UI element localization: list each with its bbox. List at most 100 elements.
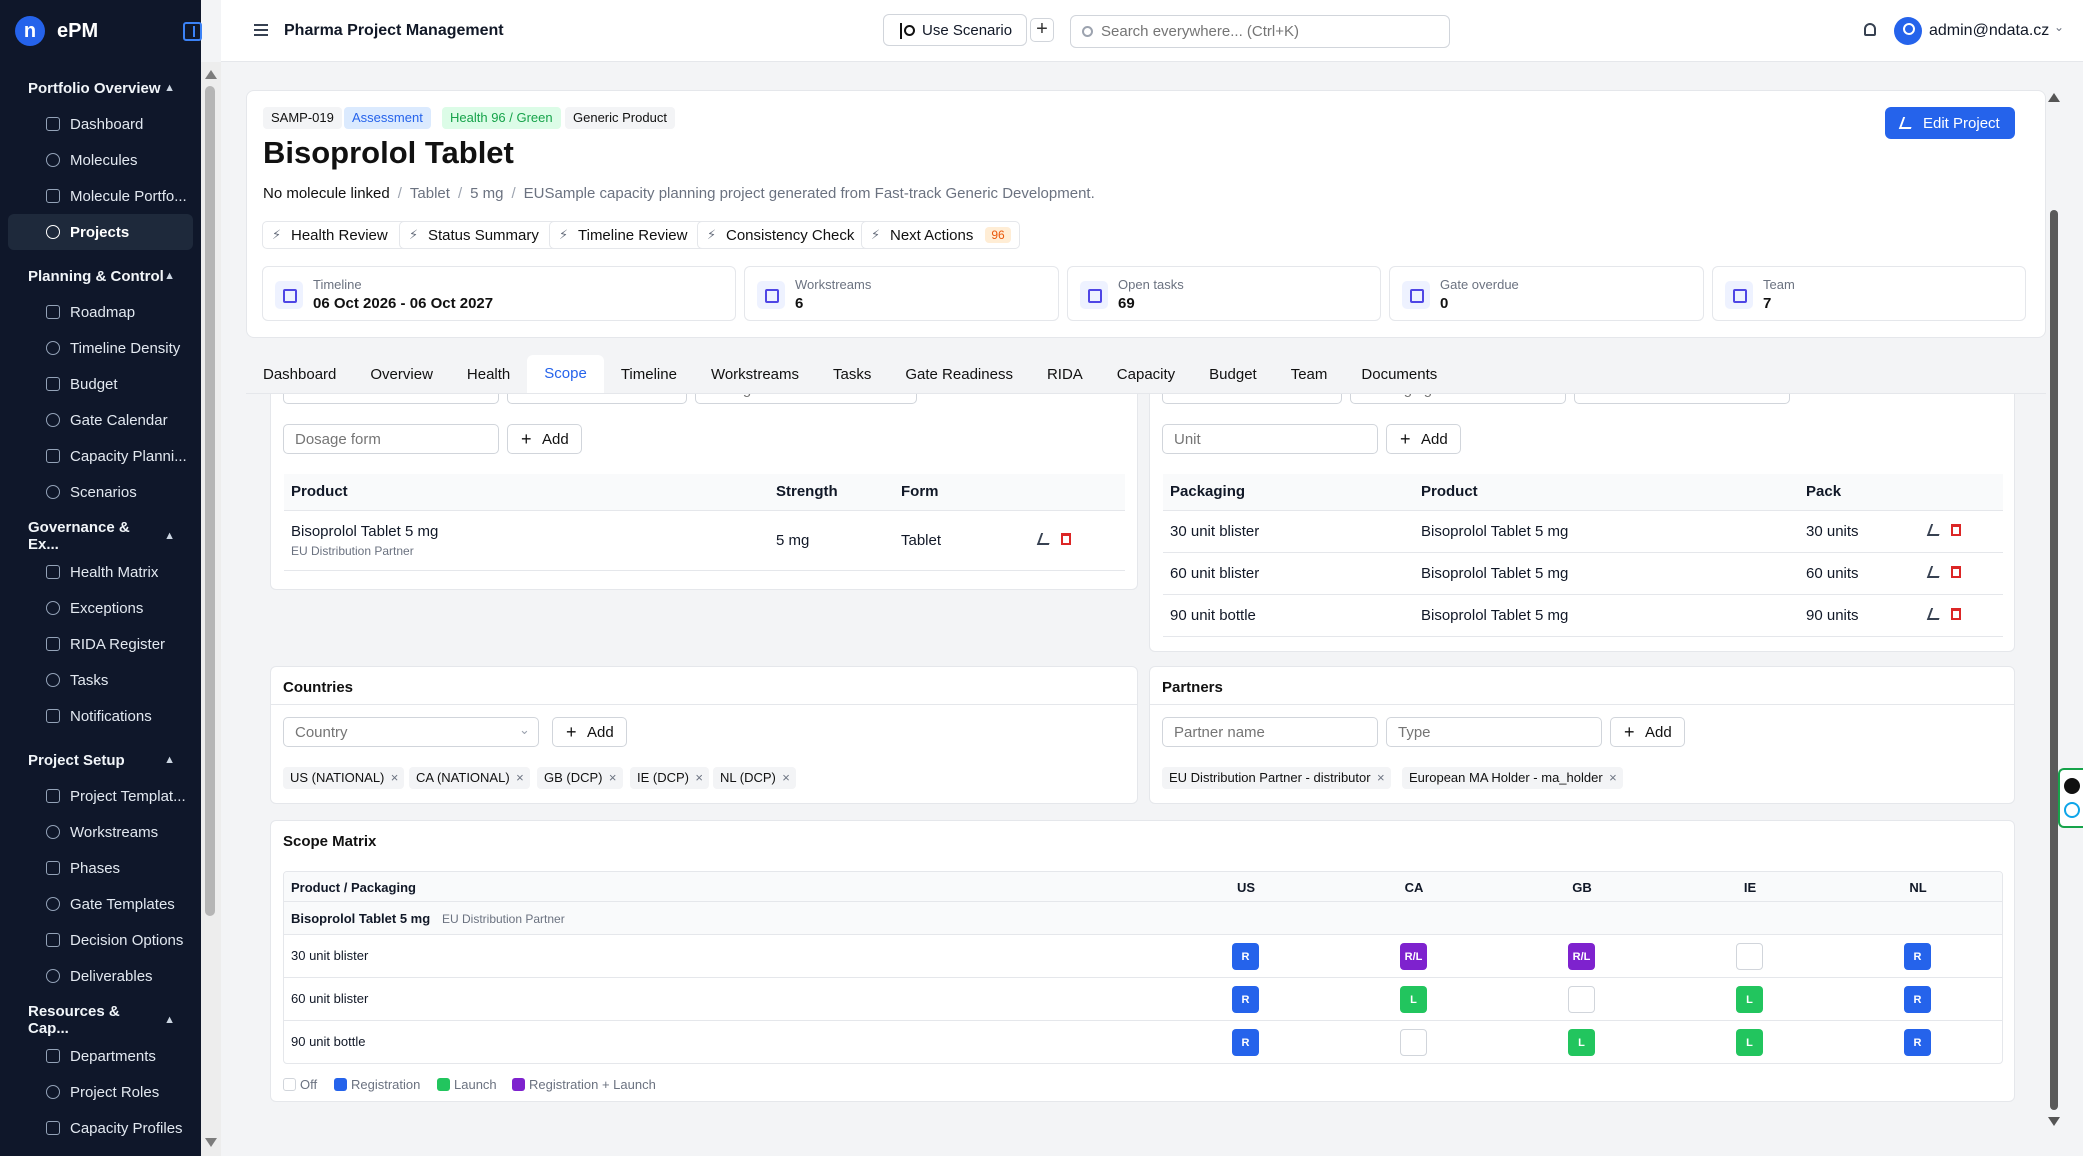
sidebar-group[interactable]: Governance & Ex... ▲ (0, 518, 201, 554)
matrix-cell-toggle[interactable]: R (1904, 986, 1931, 1013)
sidebar-group[interactable]: Resources & Cap... ▲ (0, 1002, 201, 1038)
matrix-cell-toggle[interactable]: R/L (1400, 943, 1427, 970)
matrix-cell-toggle[interactable]: L (1400, 986, 1427, 1013)
sidebar-item[interactable]: Health Matrix (8, 554, 193, 590)
edit-icon[interactable] (1926, 523, 1944, 536)
matrix-cell-toggle[interactable]: R (1232, 986, 1259, 1013)
tab[interactable]: Health (450, 355, 527, 393)
extension-icon[interactable] (2064, 802, 2080, 818)
trash-icon[interactable] (1061, 532, 1071, 545)
matrix-cell-toggle[interactable]: R (1904, 943, 1931, 970)
scroll-up-arrow-icon[interactable] (205, 70, 217, 79)
tab[interactable]: Dashboard (246, 355, 353, 393)
brand-input[interactable] (507, 394, 687, 404)
remove-icon[interactable]: × (695, 767, 703, 789)
scroll-up-arrow-icon[interactable] (2048, 93, 2060, 102)
matrix-cell-toggle[interactable]: R (1904, 1029, 1931, 1056)
matrix-cell-toggle[interactable] (1400, 1029, 1427, 1056)
page-scrollbar-thumb[interactable] (2050, 210, 2058, 1110)
sidebar-item[interactable]: Exceptions (8, 590, 193, 626)
sidebar-scrollbar-thumb[interactable] (205, 86, 215, 916)
edit-icon[interactable] (1926, 565, 1944, 578)
sidebar-item[interactable]: Departments (8, 1038, 193, 1074)
sidebar-item[interactable]: Dashboard (8, 106, 193, 142)
dosage-form-input[interactable] (283, 424, 499, 454)
add-packaging-button[interactable]: + Add (1386, 424, 1461, 454)
chevron-down-icon[interactable]: ⌄ (2054, 20, 2064, 34)
strength-input[interactable] (695, 394, 917, 404)
tab[interactable]: Gate Readiness (888, 355, 1030, 393)
packaging-product-input[interactable] (1162, 394, 1342, 404)
sidebar-group[interactable]: Portfolio Overview ▲ (0, 70, 201, 106)
add-product-button[interactable]: + Add (507, 424, 582, 454)
ai-action-button[interactable]: ⚡ Next Actions 96 (861, 221, 1020, 249)
brand[interactable]: n ePM (0, 0, 201, 62)
add-country-button[interactable]: + Add (552, 717, 627, 747)
size-input[interactable] (1574, 394, 1790, 404)
remove-icon[interactable]: × (782, 767, 790, 789)
tab[interactable]: RIDA (1030, 355, 1100, 393)
partner-name-input[interactable] (1162, 717, 1378, 747)
sidebar-item[interactable]: Capacity Planni... (8, 438, 193, 474)
matrix-cell-toggle[interactable]: L (1736, 1029, 1763, 1056)
country-select[interactable] (283, 717, 539, 747)
partner-type-input[interactable] (1386, 717, 1602, 747)
sidebar-item[interactable]: Phases (8, 850, 193, 886)
matrix-cell-toggle[interactable] (1568, 986, 1595, 1013)
sidebar-item[interactable]: Project Roles (8, 1074, 193, 1110)
menu-icon[interactable] (254, 24, 268, 36)
sidebar-item[interactable]: Budget (8, 366, 193, 402)
edit-project-button[interactable]: Edit Project (1885, 107, 2015, 139)
product-name-input[interactable] (283, 394, 499, 404)
matrix-cell-toggle[interactable]: R/L (1568, 943, 1595, 970)
scroll-down-arrow-icon[interactable] (205, 1138, 217, 1147)
sidebar-item[interactable]: Workstreams (8, 814, 193, 850)
tab[interactable]: Tasks (816, 355, 888, 393)
scroll-down-arrow-icon[interactable] (2048, 1117, 2060, 1126)
browser-extension-widget[interactable] (2058, 768, 2083, 828)
packaging-input[interactable] (1350, 394, 1566, 404)
user-menu[interactable]: admin@ndata.cz (1929, 22, 2049, 40)
matrix-cell-toggle[interactable]: R (1232, 943, 1259, 970)
sidebar-item[interactable]: Capacity Profiles (8, 1110, 193, 1146)
sidebar-item[interactable]: Scenarios (8, 474, 193, 510)
tab[interactable]: Scope (527, 355, 604, 393)
user-avatar[interactable] (1894, 17, 1922, 45)
trash-icon[interactable] (1951, 565, 1961, 578)
unit-input[interactable] (1162, 424, 1378, 454)
tab[interactable]: Budget (1192, 355, 1274, 393)
tab[interactable]: Capacity (1100, 355, 1192, 393)
notification-bell-icon[interactable] (1864, 23, 1876, 36)
sidebar-item[interactable]: Deliverables (8, 958, 193, 994)
matrix-cell-toggle[interactable] (1736, 943, 1763, 970)
sidebar-item[interactable]: Molecules (8, 142, 193, 178)
tab[interactable]: Team (1274, 355, 1345, 393)
sidebar-item[interactable]: Gate Templates (8, 886, 193, 922)
sidebar-item[interactable]: Project Templat... (8, 778, 193, 814)
remove-icon[interactable]: × (1377, 767, 1385, 789)
edit-icon[interactable] (1036, 532, 1054, 545)
add-scenario-button[interactable]: + (1030, 18, 1054, 42)
sidebar-group[interactable]: Planning & Control ▲ (0, 258, 201, 294)
sidebar-item[interactable]: Gate Calendar (8, 402, 193, 438)
sidebar-item[interactable]: RIDA Register (8, 626, 193, 662)
sidebar-item[interactable]: Timeline Density (8, 330, 193, 366)
tab[interactable]: Documents (1344, 355, 1454, 393)
remove-icon[interactable]: × (516, 767, 524, 789)
tab[interactable]: Workstreams (694, 355, 816, 393)
edit-icon[interactable] (1926, 607, 1944, 620)
sidebar-item[interactable]: Molecule Portfo... (8, 178, 193, 214)
remove-icon[interactable]: × (391, 767, 399, 789)
tab[interactable]: Overview (353, 355, 450, 393)
use-scenario-button[interactable]: Use Scenario (883, 14, 1028, 46)
add-partner-button[interactable]: + Add (1610, 717, 1685, 747)
sidebar-collapse-icon[interactable] (183, 22, 202, 41)
remove-icon[interactable]: × (609, 767, 617, 789)
trash-icon[interactable] (1951, 523, 1961, 536)
matrix-cell-toggle[interactable]: L (1736, 986, 1763, 1013)
trash-icon[interactable] (1951, 607, 1961, 620)
matrix-cell-toggle[interactable]: L (1568, 1029, 1595, 1056)
sidebar-item[interactable]: Tasks (8, 662, 193, 698)
tab[interactable]: Timeline (604, 355, 694, 393)
sidebar-item[interactable]: Notifications (8, 698, 193, 734)
